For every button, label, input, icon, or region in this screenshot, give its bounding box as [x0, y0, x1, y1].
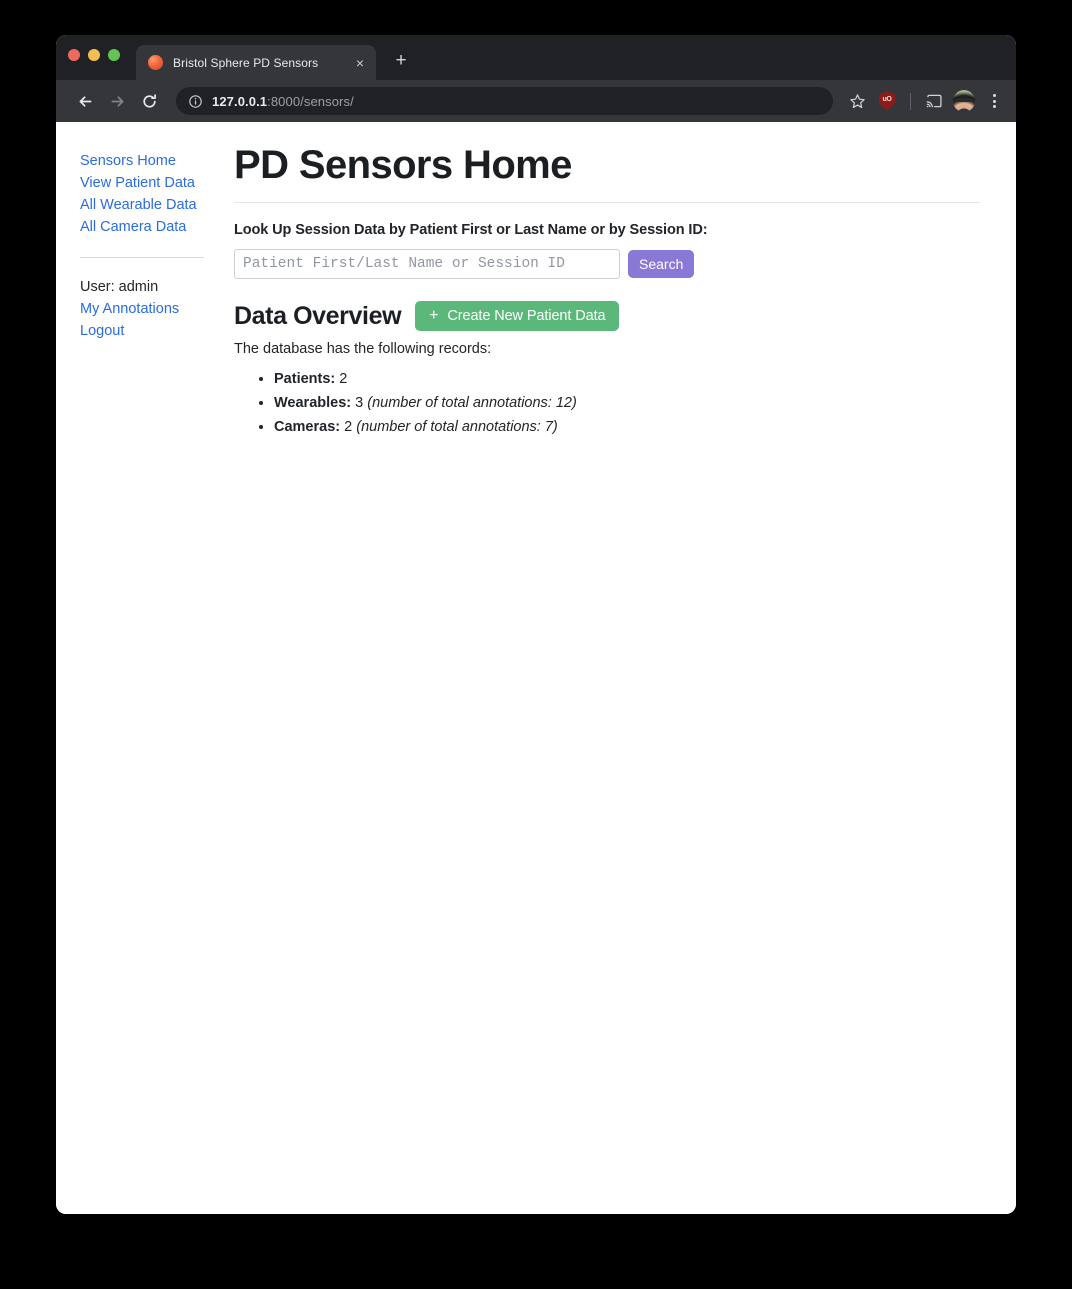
- browser-tab[interactable]: Bristol Sphere PD Sensors ×: [136, 45, 376, 80]
- kebab-menu-icon: [992, 94, 996, 108]
- lookup-label: Look Up Session Data by Patient First or…: [234, 222, 708, 238]
- url-host: 127.0.0.1: [212, 93, 268, 109]
- list-item: Patients: 2: [274, 367, 980, 391]
- record-label: Cameras:: [274, 419, 341, 435]
- reload-button[interactable]: [134, 86, 164, 116]
- record-note: (number of total annotations: 7): [356, 419, 558, 435]
- back-arrow-icon: [79, 95, 91, 107]
- sidebar-item-all-camera-data[interactable]: All Camera Data: [80, 216, 226, 238]
- page-content: Sensors Home View Patient Data All Weara…: [56, 122, 1016, 1214]
- data-overview-header: Data Overview + Create New Patient Data: [234, 301, 980, 331]
- profile-button[interactable]: [950, 87, 978, 115]
- site-info-icon[interactable]: [188, 94, 203, 109]
- list-item: Cameras: 2 (number of total annotations:…: [274, 415, 980, 439]
- browser-window: Bristol Sphere PD Sensors × + 127.0.0.1:…: [56, 35, 1016, 1214]
- browser-toolbar: 127.0.0.1:8000/sensors/ uO: [56, 80, 1016, 122]
- close-window-button[interactable]: [68, 49, 80, 61]
- tab-favicon-icon: [148, 55, 163, 70]
- record-label: Wearables:: [274, 395, 352, 411]
- data-overview-title: Data Overview: [234, 301, 402, 330]
- toolbar-icon-group: uO: [843, 87, 1008, 115]
- create-new-patient-data-button[interactable]: + Create New Patient Data: [415, 301, 620, 331]
- sidebar-item-view-patient-data[interactable]: View Patient Data: [80, 172, 226, 194]
- back-button[interactable]: [70, 86, 100, 116]
- forward-button[interactable]: [102, 86, 132, 116]
- tab-strip: Bristol Sphere PD Sensors × +: [56, 35, 1016, 80]
- record-count: 2: [339, 371, 348, 387]
- toolbar-divider: [910, 92, 911, 110]
- sidebar-user-label: User: admin: [80, 279, 159, 295]
- star-icon: [849, 93, 865, 108]
- record-count: 2: [344, 419, 353, 435]
- sidebar-item-all-wearable-data[interactable]: All Wearable Data: [80, 194, 226, 216]
- record-label: Patients:: [274, 371, 336, 387]
- cast-button[interactable]: [920, 87, 948, 115]
- main-content: PD Sensors Home Look Up Session Data by …: [226, 122, 1016, 439]
- records-list: Patients: 2 Wearables: 3 (number of tota…: [234, 367, 980, 439]
- tab-title: Bristol Sphere PD Sensors: [173, 55, 319, 70]
- extension-button-ublock[interactable]: uO: [873, 87, 901, 115]
- records-intro-text: The database has the following records:: [234, 341, 492, 357]
- plus-icon: +: [429, 307, 439, 324]
- title-divider: [234, 202, 980, 203]
- new-tab-button[interactable]: +: [388, 47, 414, 73]
- create-button-label: Create New Patient Data: [447, 307, 606, 324]
- ublock-origin-shield-icon: uO: [878, 91, 896, 111]
- minimize-window-button[interactable]: [88, 49, 100, 61]
- cast-icon: [926, 94, 942, 108]
- profile-avatar: [953, 90, 975, 112]
- sidebar-item-sensors-home[interactable]: Sensors Home: [80, 150, 226, 172]
- window-traffic-lights: [68, 49, 120, 61]
- sidebar-item-my-annotations[interactable]: My Annotations: [80, 298, 226, 320]
- maximize-window-button[interactable]: [108, 49, 120, 61]
- search-button[interactable]: Search: [628, 250, 695, 278]
- browser-menu-button[interactable]: [980, 87, 1008, 115]
- record-count: 3: [355, 395, 364, 411]
- reload-arrow-icon: [142, 93, 156, 108]
- bookmark-button[interactable]: [843, 87, 871, 115]
- page-title: PD Sensors Home: [234, 143, 572, 187]
- list-item: Wearables: 3 (number of total annotation…: [274, 391, 980, 415]
- sidebar-item-logout[interactable]: Logout: [80, 320, 226, 342]
- sidebar: Sensors Home View Patient Data All Weara…: [56, 122, 226, 342]
- url-path: :8000/sensors/: [267, 93, 354, 109]
- search-input[interactable]: [234, 249, 620, 279]
- sidebar-divider: [80, 257, 204, 258]
- search-row: Search: [234, 249, 980, 279]
- address-bar[interactable]: 127.0.0.1:8000/sensors/: [176, 87, 833, 115]
- url-text: 127.0.0.1:8000/sensors/: [212, 94, 354, 109]
- record-note: (number of total annotations: 12): [367, 395, 577, 411]
- close-tab-icon[interactable]: ×: [352, 55, 368, 71]
- forward-arrow-icon: [111, 95, 123, 107]
